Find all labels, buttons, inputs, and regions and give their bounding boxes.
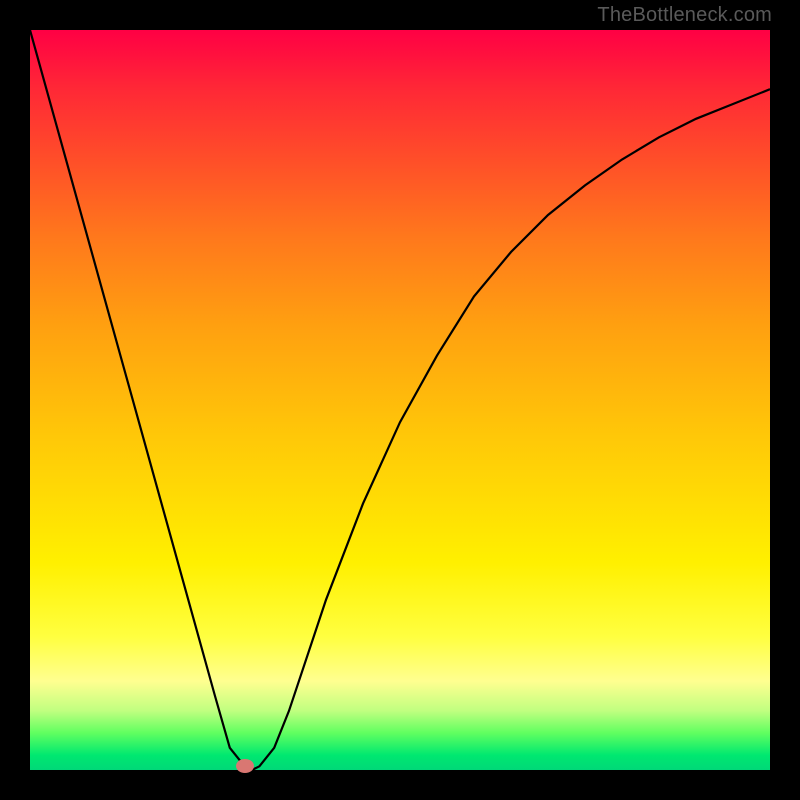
attribution-text: TheBottleneck.com	[597, 4, 772, 27]
curve-svg	[30, 30, 770, 770]
chart-container: TheBottleneck.com	[0, 0, 800, 800]
min-point-marker	[236, 759, 254, 773]
plot-area	[30, 30, 770, 770]
bottleneck-curve	[30, 30, 770, 770]
